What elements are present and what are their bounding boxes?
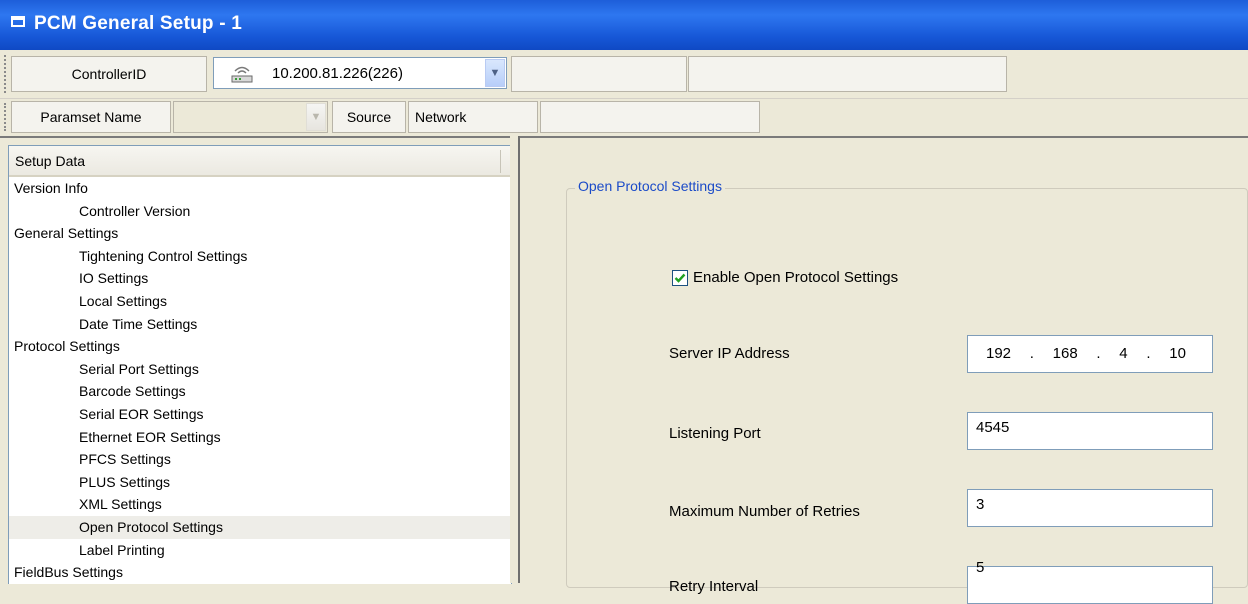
tree-header[interactable]: Setup Data (9, 146, 511, 177)
title-bar: PCM General Setup - 1 (0, 0, 1248, 50)
tree-item[interactable]: PLUS Settings (9, 471, 511, 494)
paramset-toolbar: Paramset Name ▼ Source Network (0, 99, 1248, 138)
tree-item[interactable]: Open Protocol Settings (9, 515, 511, 539)
tree-item[interactable]: Serial EOR Settings (9, 403, 511, 426)
tree-item[interactable]: Barcode Settings (9, 380, 511, 403)
tree-item[interactable]: XML Settings (9, 493, 511, 516)
toolbar-spacer (511, 56, 687, 92)
tree-item[interactable]: General Settings (9, 222, 511, 245)
max-retries-value: 3 (976, 496, 985, 513)
tree-item[interactable]: Serial Port Settings (9, 358, 511, 381)
toolbar-spacer (540, 101, 760, 133)
source-field: Network (408, 101, 538, 133)
tree-items: Version Info Controller Version General Se… (9, 177, 511, 584)
tree-item[interactable]: Protocol Settings (9, 335, 511, 358)
tree-item[interactable]: Ethernet EOR Settings (9, 426, 511, 449)
ip-dot: . (1096, 345, 1101, 362)
groupbox-title: Open Protocol Settings (575, 178, 725, 194)
chevron-down-icon: ▼ (306, 103, 326, 131)
ip-octet-4[interactable]: 10 (1169, 345, 1186, 362)
window-title: PCM General Setup - 1 (34, 13, 242, 34)
controller-toolbar: ControllerID (0, 50, 1248, 99)
controller-id-label: ControllerID (11, 56, 207, 92)
ip-octets: 192 . 168 . 4 . 10 (986, 345, 1186, 362)
ip-dot: . (1029, 345, 1034, 362)
tree-item[interactable]: IO Settings (9, 267, 511, 290)
enable-open-protocol-label[interactable]: Enable Open Protocol Settings (693, 269, 898, 286)
retry-interval-value: 5 (976, 559, 985, 576)
ip-octet-3[interactable]: 4 (1119, 345, 1127, 362)
retry-interval-field[interactable]: 5 (967, 559, 1213, 604)
ip-octet-1[interactable]: 192 (986, 345, 1011, 362)
setup-data-tree[interactable]: Setup Data Version Info Controller Versio… (8, 145, 512, 584)
server-ip-field[interactable]: 192 . 168 . 4 . 10 (967, 335, 1213, 373)
retry-interval-label: Retry Interval (669, 578, 759, 595)
controller-id-value: 10.200.81.226(226) (272, 65, 403, 82)
max-retries-label: Maximum Number of Retries (669, 503, 860, 520)
tree-item[interactable]: Local Settings (9, 290, 511, 313)
router-icon (231, 66, 253, 83)
open-protocol-groupbox (566, 188, 1248, 588)
ip-octet-2[interactable]: 168 (1053, 345, 1078, 362)
max-retries-field[interactable]: 3 (967, 489, 1213, 527)
source-label: Source (332, 101, 406, 133)
toolbar-grip[interactable] (4, 55, 9, 93)
listening-port-value: 4545 (976, 419, 1010, 436)
checkmark-icon (674, 273, 686, 283)
listening-port-field[interactable]: 4545 (967, 412, 1213, 450)
column-divider[interactable] (500, 150, 501, 173)
source-value: Network (415, 109, 467, 125)
tree-item[interactable]: Version Info (9, 177, 511, 200)
chevron-down-icon[interactable]: ▼ (485, 59, 505, 87)
listening-port-label: Listening Port (669, 425, 761, 442)
toolbar-spacer (688, 56, 1007, 92)
tree-item[interactable]: Date Time Settings (9, 313, 511, 336)
ip-dot: . (1146, 345, 1151, 362)
controller-id-dropdown[interactable]: 10.200.81.226(226) ▼ (213, 57, 507, 89)
paramset-name-dropdown[interactable]: ▼ (173, 101, 328, 133)
tree-item[interactable]: Controller Version (9, 200, 511, 223)
toolbar-grip[interactable] (4, 103, 9, 131)
window-icon (11, 16, 25, 27)
tree-item[interactable]: PFCS Settings (9, 448, 511, 471)
tree-header-label: Setup Data (15, 153, 86, 169)
tree-item[interactable]: Tightening Control Settings (9, 245, 511, 268)
enable-open-protocol-checkbox[interactable] (672, 270, 688, 286)
paramset-name-label: Paramset Name (11, 101, 171, 133)
server-ip-label: Server IP Address (669, 345, 790, 362)
tree-item[interactable]: Label Printing (9, 539, 511, 562)
tree-item[interactable]: FieldBus Settings (9, 561, 511, 584)
